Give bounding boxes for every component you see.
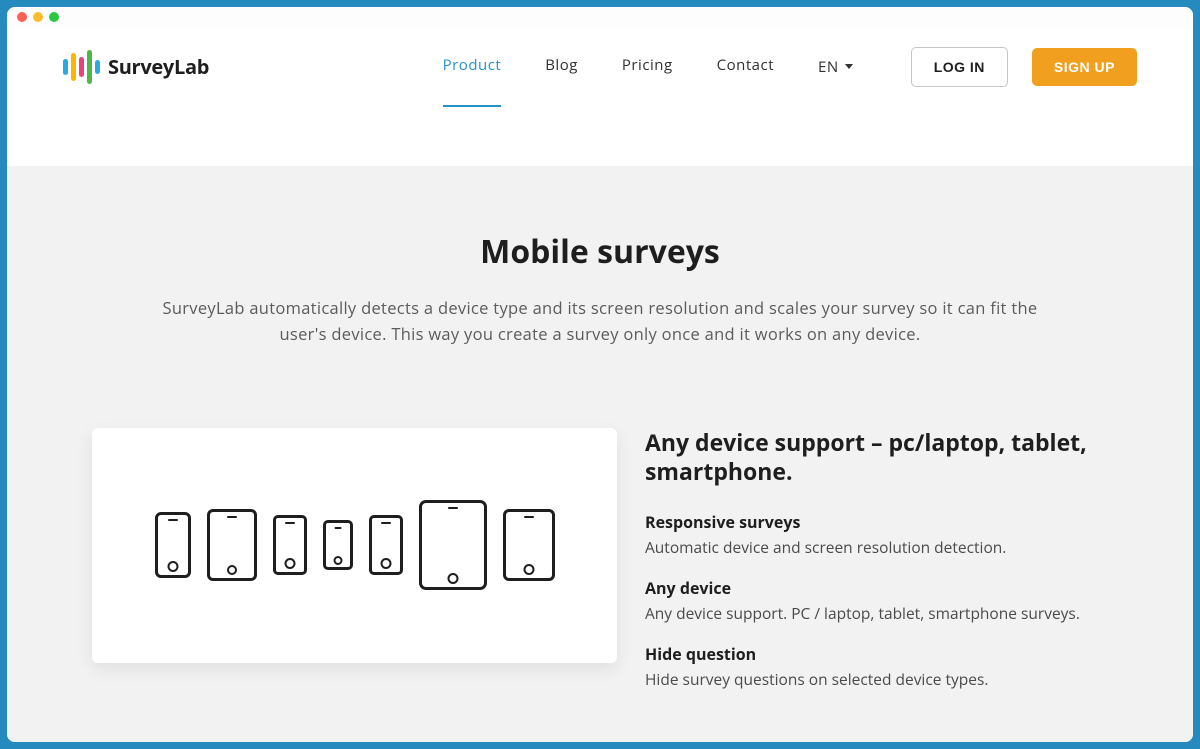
tablet-icon (503, 509, 555, 581)
chevron-down-icon (845, 64, 853, 69)
browser-title-bar (7, 7, 1193, 27)
nav-blog[interactable]: Blog (545, 55, 578, 79)
tablet-large-icon (419, 500, 487, 590)
feature-heading: Any device support – pc/laptop, tablet, … (645, 428, 1110, 486)
nav-items: Product Blog Pricing Contact EN LOG IN S… (443, 47, 1137, 87)
feature-block: Hide question Hide survey questions on s… (645, 643, 1110, 691)
auth-buttons: LOG IN SIGN UP (911, 47, 1137, 87)
tablet-icon (207, 509, 257, 581)
feature-paragraph: Any device support. PC / laptop, tablet,… (645, 603, 1110, 625)
brand-name: SurveyLab (108, 53, 209, 80)
logo-icon (63, 50, 100, 84)
feature-text: Any device support – pc/laptop, tablet, … (645, 428, 1110, 709)
feature-subheading: Any device (645, 577, 1110, 599)
feature-block: Responsive surveys Automatic device and … (645, 511, 1110, 559)
login-button[interactable]: LOG IN (911, 47, 1008, 87)
main-nav: SurveyLab Product Blog Pricing Contact E… (7, 27, 1193, 106)
signup-button[interactable]: SIGN UP (1032, 48, 1137, 86)
brand-logo[interactable]: SurveyLab (63, 50, 209, 84)
window-maximize-icon[interactable] (49, 12, 59, 22)
feature-paragraph: Hide survey questions on selected device… (645, 669, 1110, 691)
feature-subheading: Hide question (645, 643, 1110, 665)
feature-row: Any device support – pc/laptop, tablet, … (90, 428, 1110, 709)
hero-title: Mobile surveys (90, 230, 1110, 273)
feature-subheading: Responsive surveys (645, 511, 1110, 533)
nav-pricing[interactable]: Pricing (622, 55, 673, 79)
devices-illustration (92, 428, 617, 663)
phone-icon (323, 520, 353, 570)
page-body: SurveyLab Product Blog Pricing Contact E… (7, 27, 1193, 742)
phone-icon (273, 515, 307, 575)
phone-icon (369, 515, 403, 575)
browser-window: SurveyLab Product Blog Pricing Contact E… (7, 7, 1193, 742)
feature-paragraph: Automatic device and screen resolution d… (645, 537, 1110, 559)
feature-block: Any device Any device support. PC / lapt… (645, 577, 1110, 625)
hero-section: Mobile surveys SurveyLab automatically d… (7, 166, 1193, 742)
window-minimize-icon[interactable] (33, 12, 43, 22)
window-close-icon[interactable] (17, 12, 27, 22)
hero-description: SurveyLab automatically detects a device… (160, 295, 1040, 348)
phone-icon (155, 512, 191, 578)
language-selector[interactable]: EN (818, 57, 853, 77)
nav-product[interactable]: Product (443, 55, 502, 79)
nav-contact[interactable]: Contact (717, 55, 774, 79)
language-label: EN (818, 57, 839, 77)
